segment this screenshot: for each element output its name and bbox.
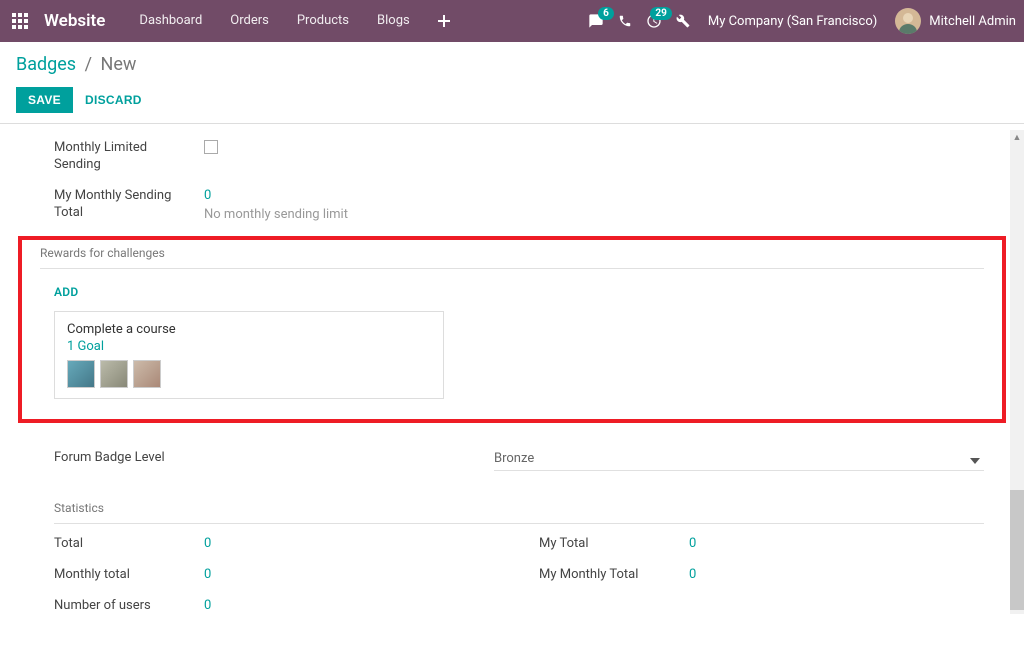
stat-row-monthly-total: Monthly total 0	[54, 567, 499, 584]
challenge-card-avatars	[67, 360, 431, 388]
statistics-columns: Total 0 Monthly total 0 Number of users …	[54, 536, 984, 629]
activities-count-badge: 29	[650, 7, 671, 20]
breadcrumb-root[interactable]: Badges	[16, 54, 76, 75]
user-avatar	[895, 8, 921, 34]
stat-row-my-monthly-total: My Monthly Total 0	[539, 567, 984, 584]
monthly-limited-row: Monthly Limited Sending	[54, 140, 984, 174]
rewards-section-title: Rewards for challenges	[40, 246, 984, 260]
stat-label: Number of users	[54, 598, 204, 615]
user-name: Mitchell Admin	[929, 14, 1016, 29]
participant-avatar	[100, 360, 128, 388]
statistics-right-column: My Total 0 My Monthly Total 0	[539, 536, 984, 629]
forum-badge-value: Bronze	[494, 451, 534, 466]
stat-value: 0	[204, 598, 211, 613]
stat-value: 0	[204, 536, 211, 551]
stat-value: 0	[204, 567, 211, 582]
monthly-limited-label: Monthly Limited Sending	[54, 140, 204, 174]
rewards-add-button[interactable]: ADD	[54, 285, 984, 299]
top-navbar: Website Dashboard Orders Products Blogs …	[0, 0, 1024, 42]
statistics-divider	[54, 523, 984, 524]
challenge-card-title: Complete a course	[67, 322, 431, 337]
rewards-section-highlighted: Rewards for challenges ADD Complete a co…	[18, 236, 1006, 423]
debug-icon[interactable]	[676, 14, 690, 28]
messages-icon[interactable]: 6	[588, 13, 604, 29]
stat-label: Monthly total	[54, 567, 204, 584]
stat-label: Total	[54, 536, 204, 553]
monthly-limited-checkbox[interactable]	[204, 140, 218, 154]
save-button[interactable]: SAVE	[16, 87, 73, 113]
breadcrumb-separator: /	[85, 54, 92, 75]
my-monthly-sending-hint: No monthly sending limit	[204, 207, 348, 222]
stat-row-number-users: Number of users 0	[54, 598, 499, 615]
forum-badge-row: Forum Badge Level Bronze	[54, 447, 984, 471]
breadcrumb: Badges / New	[16, 54, 1008, 75]
forum-badge-select[interactable]: Bronze	[494, 447, 984, 471]
apps-menu-icon[interactable]	[8, 9, 32, 33]
challenge-card[interactable]: Complete a course 1 Goal	[54, 311, 444, 399]
phone-icon[interactable]	[618, 14, 632, 28]
my-monthly-sending-value: 0	[204, 188, 348, 203]
form-actions: SAVE DISCARD	[16, 87, 1008, 113]
new-content-button[interactable]	[424, 0, 464, 42]
scrollbar-thumb[interactable]	[1010, 490, 1024, 610]
nav-right: 6 29 My Company (San Francisco) Mitchell…	[588, 8, 1016, 34]
breadcrumb-current: New	[100, 54, 136, 75]
statistics-left-column: Total 0 Monthly total 0 Number of users …	[54, 536, 499, 629]
discard-button[interactable]: DISCARD	[85, 93, 142, 107]
nav-item-dashboard[interactable]: Dashboard	[125, 0, 216, 42]
participant-avatar	[67, 360, 95, 388]
form-view: Monthly Limited Sending My Monthly Sendi…	[0, 124, 1024, 668]
participant-avatar	[133, 360, 161, 388]
stat-row-total: Total 0	[54, 536, 499, 553]
my-monthly-sending-label: My Monthly Sending Total	[54, 188, 204, 222]
stat-row-my-total: My Total 0	[539, 536, 984, 553]
activities-icon[interactable]: 29	[646, 13, 662, 29]
nav-item-blogs[interactable]: Blogs	[363, 0, 424, 42]
app-name[interactable]: Website	[44, 11, 105, 31]
my-monthly-sending-row: My Monthly Sending Total 0 No monthly se…	[54, 188, 984, 222]
scrollbar-arrow-up-icon[interactable]: ▲	[1010, 130, 1024, 144]
nav-menu: Dashboard Orders Products Blogs	[125, 0, 463, 42]
challenge-card-subtitle: 1 Goal	[67, 339, 431, 354]
company-switcher[interactable]: My Company (San Francisco)	[708, 14, 877, 29]
chevron-down-icon	[970, 453, 980, 468]
stat-label: My Total	[539, 536, 689, 553]
user-menu[interactable]: Mitchell Admin	[895, 8, 1016, 34]
control-panel: Badges / New SAVE DISCARD	[0, 42, 1024, 124]
nav-item-products[interactable]: Products	[283, 0, 363, 42]
messages-count-badge: 6	[598, 7, 614, 20]
stat-label: My Monthly Total	[539, 567, 689, 584]
stat-value: 0	[689, 567, 696, 582]
statistics-section-title: Statistics	[54, 501, 984, 515]
rewards-divider	[40, 268, 984, 269]
forum-badge-label: Forum Badge Level	[54, 450, 494, 467]
stat-value: 0	[689, 536, 696, 551]
nav-item-orders[interactable]: Orders	[216, 0, 283, 42]
